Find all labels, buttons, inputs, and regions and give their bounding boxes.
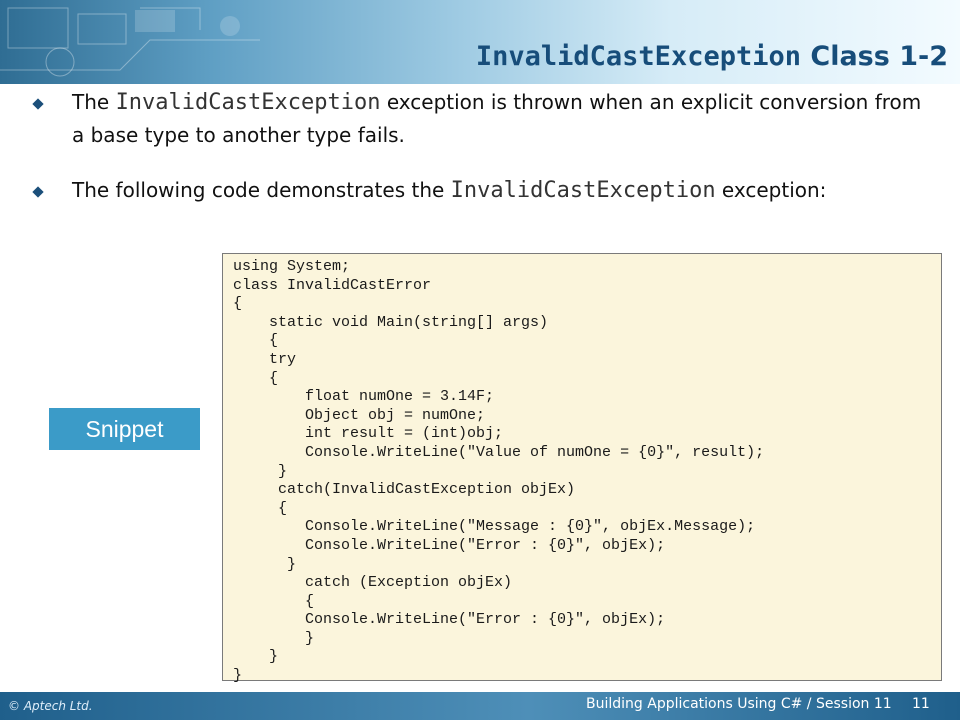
bullet-text-after: exception: bbox=[715, 178, 827, 202]
code-snippet-box: using System; class InvalidCastError { s… bbox=[222, 253, 942, 684]
slide-title: InvalidCastException Class 1-2 bbox=[476, 40, 948, 74]
diamond-bullet-icon bbox=[32, 98, 44, 110]
bullet-text-2: The following code demonstrates the Inva… bbox=[72, 174, 932, 207]
bullet-text-before: The following code demonstrates the bbox=[72, 178, 451, 202]
footer-copyright: © Aptech Ltd. bbox=[8, 699, 93, 713]
footer-bar: © Aptech Ltd. Building Applications Usin… bbox=[0, 692, 960, 720]
code-snippet: using System; class InvalidCastError { s… bbox=[233, 258, 765, 685]
diamond-bullet-icon bbox=[32, 186, 44, 198]
bullet-text-before: The bbox=[72, 90, 116, 114]
snippet-label: Snippet bbox=[49, 408, 200, 450]
slide-title-suffix: Class 1-2 bbox=[800, 41, 948, 72]
footer-course-title: Building Applications Using C# / Session… bbox=[586, 696, 892, 712]
slide-title-code: InvalidCastException bbox=[475, 41, 801, 72]
bullet-inline-code: InvalidCastException bbox=[450, 178, 716, 203]
footer-page-number: 11 bbox=[912, 696, 930, 712]
bullet-inline-code: InvalidCastException bbox=[115, 90, 381, 115]
bullet-text-1: The InvalidCastException exception is th… bbox=[72, 86, 932, 151]
header-banner: InvalidCastException Class 1-2 bbox=[0, 0, 960, 84]
